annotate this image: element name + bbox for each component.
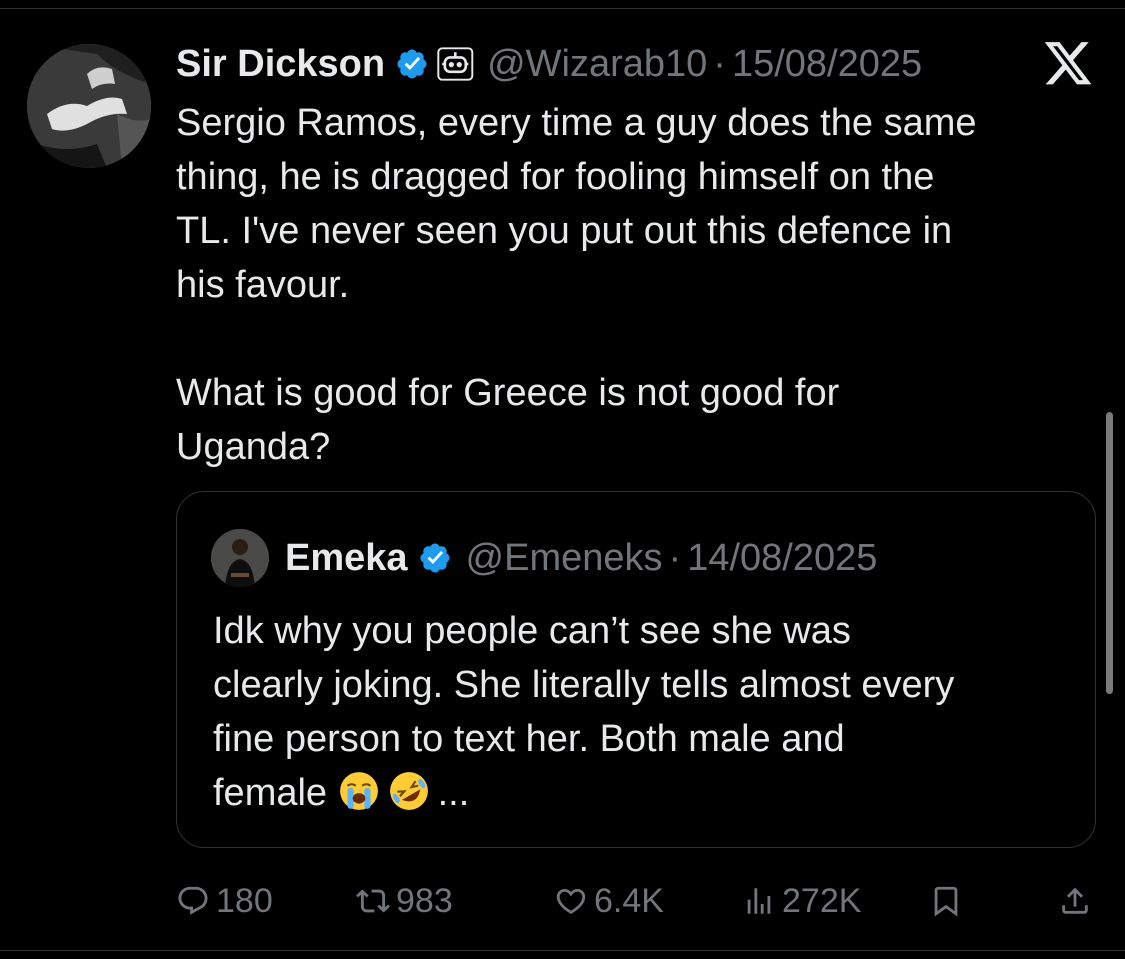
views-icon xyxy=(742,884,776,918)
author-handle[interactable]: @Wizarab10 xyxy=(487,43,707,86)
quoted-last-text: female xyxy=(213,772,328,814)
rolling-on-floor-laughing-emoji xyxy=(388,770,430,812)
share-button[interactable] xyxy=(1058,876,1092,926)
bookmark-button[interactable] xyxy=(929,876,963,926)
quoted-tweet-body: Idk why you people can’t see she was cle… xyxy=(213,604,1073,820)
quoted-author-name[interactable]: Emeka xyxy=(285,537,408,580)
quoted-text-line: fine person to text her. Both male and xyxy=(213,718,845,760)
verified-badge-icon xyxy=(418,541,452,575)
tweet-date[interactable]: 15/08/2025 xyxy=(732,43,922,86)
author-name[interactable]: Sir Dickson xyxy=(176,43,385,86)
quoted-tweet-card[interactable]: Emeka @Emeneks · 14/08/2025 Idk why you … xyxy=(176,491,1096,848)
reply-count: 180 xyxy=(216,881,273,920)
reply-button[interactable]: 180 xyxy=(176,876,273,926)
automated-account-icon xyxy=(437,47,475,81)
quoted-tweet-header: Emeka @Emeneks · 14/08/2025 xyxy=(211,529,877,587)
separator-dot: · xyxy=(668,536,682,579)
tweet-text-line: his favour. xyxy=(176,264,350,306)
top-divider xyxy=(0,8,1125,9)
tweet-body: Sergio Ramos, every time a guy does the … xyxy=(176,96,1076,474)
like-count: 6.4K xyxy=(594,881,664,920)
like-button[interactable]: 6.4K xyxy=(554,876,664,926)
loudly-crying-face-emoji xyxy=(338,770,380,812)
separator-dot: · xyxy=(713,42,726,85)
x-logo-icon[interactable] xyxy=(1042,42,1094,90)
action-bar: 180 983 6.4K 272K xyxy=(0,876,1125,926)
reply-icon xyxy=(176,884,210,918)
share-icon xyxy=(1058,884,1092,918)
tweet-text-line: TL. I've never seen you put out this def… xyxy=(176,210,953,252)
tweet-text-line: Uganda? xyxy=(176,426,331,468)
tweet-text-line: Sergio Ramos, every time a guy does the … xyxy=(176,102,977,144)
verified-badge-icon xyxy=(395,47,429,81)
scrollbar[interactable] xyxy=(1106,412,1113,694)
quoted-text-line: female ... xyxy=(213,766,1073,820)
repost-icon xyxy=(356,884,390,918)
quoted-text-line: clearly joking. She literally tells almo… xyxy=(213,664,955,706)
quoted-author-avatar[interactable] xyxy=(211,529,269,587)
quoted-author-handle[interactable]: @Emeneks xyxy=(466,537,663,580)
heart-icon xyxy=(554,884,588,918)
views-count: 272K xyxy=(782,881,862,920)
quoted-tweet-date[interactable]: 14/08/2025 xyxy=(687,537,877,580)
views-button[interactable]: 272K xyxy=(742,876,861,926)
truncation-ellipsis: ... xyxy=(437,772,470,814)
bookmark-icon xyxy=(929,884,963,918)
bottom-divider xyxy=(0,950,1125,951)
tweet-text-line: What is good for Greece is not good for xyxy=(176,372,840,414)
repost-count: 983 xyxy=(396,881,453,920)
tweet-header: Sir Dickson @Wizarab10 · 15/08/2025 xyxy=(176,40,922,88)
tweet-text-line: thing, he is dragged for fooling himself… xyxy=(176,156,935,198)
quoted-text-line: Idk why you people can’t see she was xyxy=(213,610,851,652)
repost-button[interactable]: 983 xyxy=(356,876,453,926)
author-avatar[interactable] xyxy=(27,44,151,168)
